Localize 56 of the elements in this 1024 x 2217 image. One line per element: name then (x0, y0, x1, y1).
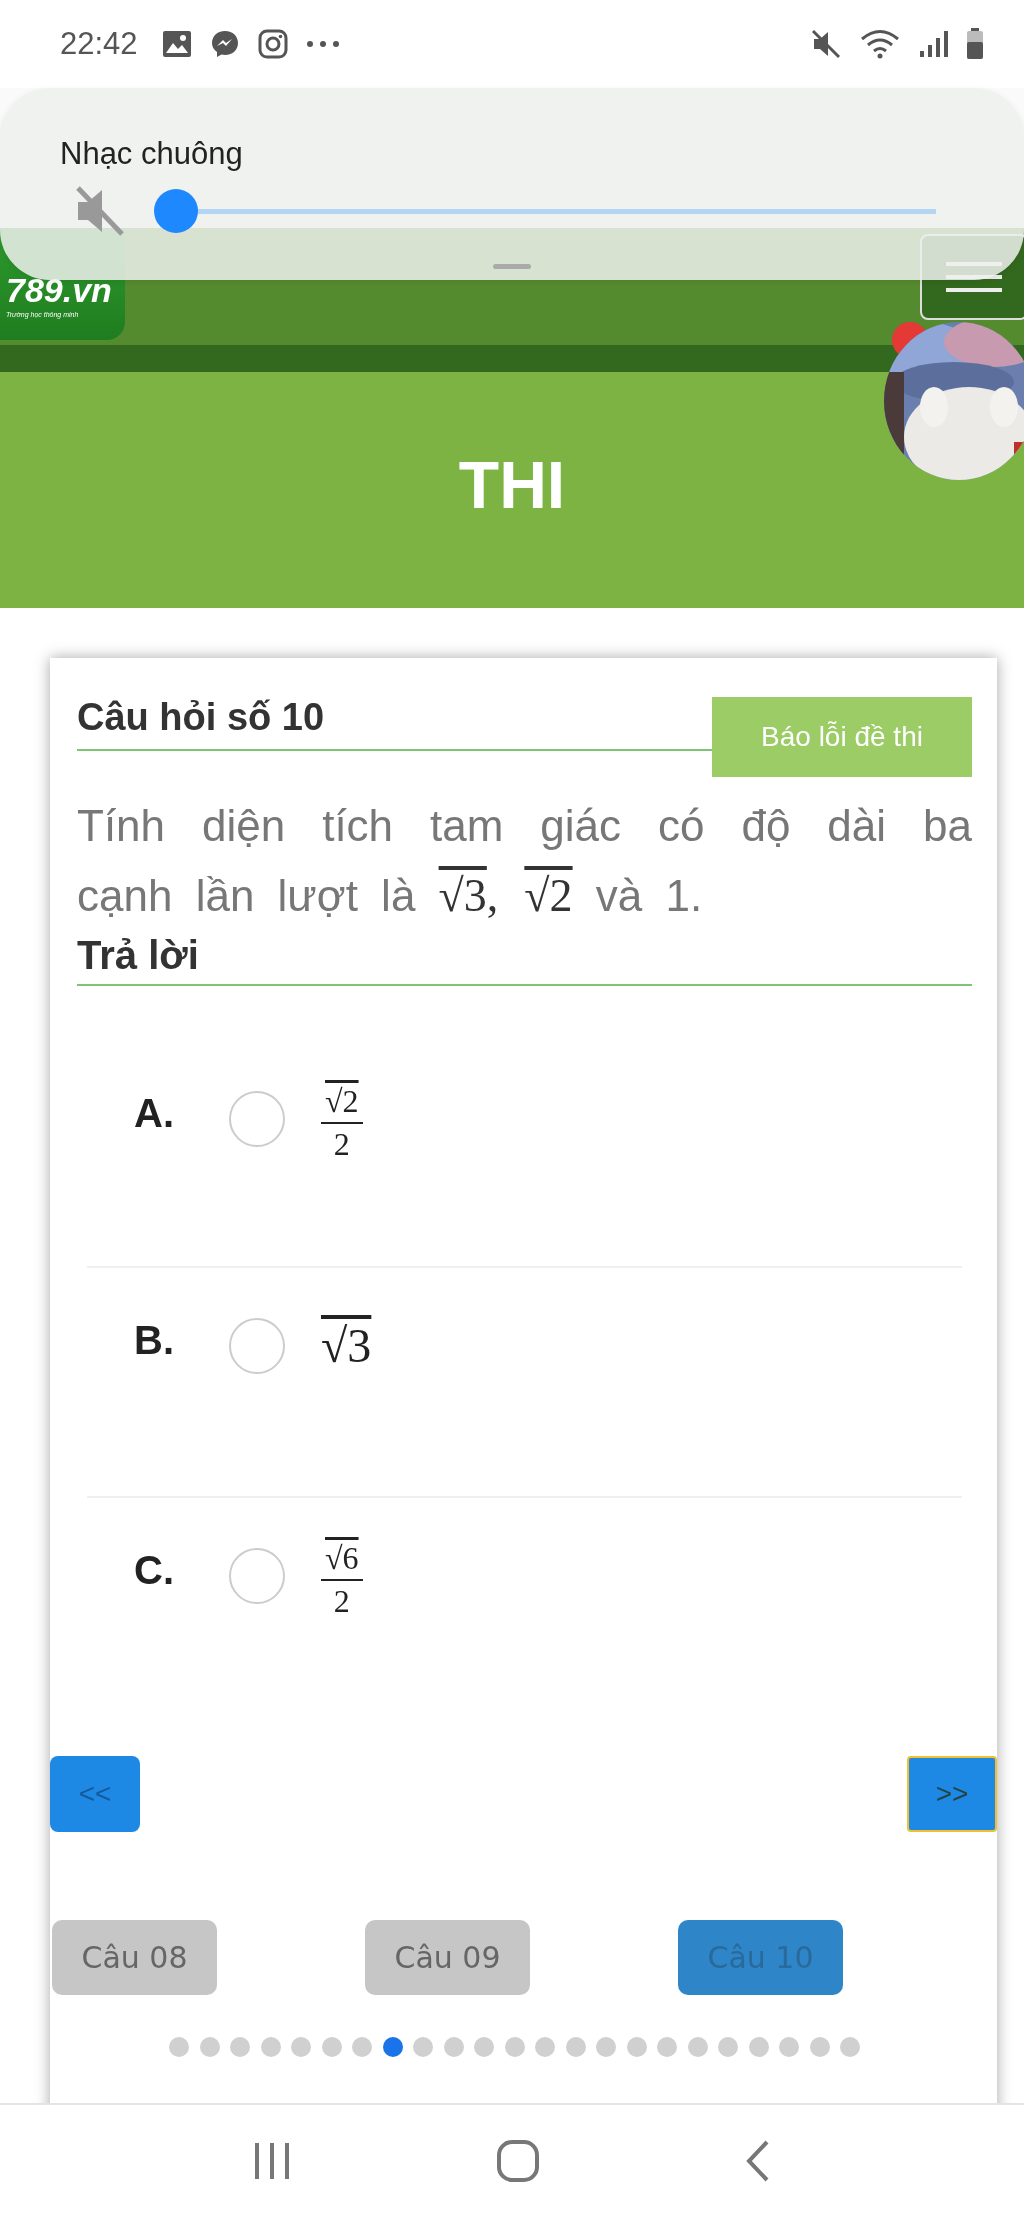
pager-dot[interactable] (626, 2037, 647, 2057)
gallery-icon (161, 30, 192, 58)
pager-dot[interactable] (474, 2037, 494, 2057)
recent-apps-icon[interactable] (252, 2141, 291, 2181)
logo-text: 789.vn (6, 273, 112, 307)
radio-button[interactable] (229, 1548, 285, 1604)
report-error-button[interactable]: Báo lỗi đề thi (712, 697, 972, 777)
fraction-answer: √2 2 (321, 1083, 363, 1163)
pager-dot[interactable] (413, 2037, 433, 2057)
answer-letter: A. (133, 1091, 175, 1136)
volume-label: Nhạc chuông (60, 136, 243, 172)
pager-dot[interactable] (382, 2037, 403, 2057)
page-title: THI (458, 447, 566, 523)
next-button[interactable]: >> (907, 1756, 997, 1832)
pager-dot[interactable] (718, 2037, 738, 2057)
pager-dot[interactable] (230, 2037, 250, 2057)
slider-thumb[interactable] (154, 189, 198, 233)
pager-dot[interactable] (779, 2037, 799, 2057)
pager-dot[interactable] (809, 2037, 830, 2057)
pager-dot[interactable] (565, 2037, 586, 2057)
question-text: Tính diện tích tam giác có độ dài ba cạnh lần lượt là √3, √2 và 1. (77, 800, 972, 923)
home-icon[interactable] (496, 2139, 540, 2183)
pager-dot[interactable] (748, 2037, 769, 2057)
question-button[interactable]: Câu 09 (365, 1920, 530, 1995)
root-answer: √3 (321, 1318, 372, 1373)
question-heading: Câu hỏi số 10 (77, 696, 712, 751)
pager-dot[interactable] (260, 2037, 281, 2057)
pager-dot[interactable] (291, 2037, 311, 2057)
radio-button[interactable] (229, 1318, 285, 1374)
pager-dot[interactable] (321, 2037, 342, 2057)
pager-dot[interactable] (596, 2037, 616, 2057)
pager-dot[interactable] (687, 2037, 708, 2057)
answer-letter: B. (133, 1318, 175, 1363)
answer-letter: C. (133, 1548, 175, 1593)
pager-dot[interactable] (535, 2037, 555, 2057)
drag-handle[interactable] (493, 264, 531, 269)
answer-heading: Trả lời (77, 933, 972, 986)
pager-dot[interactable] (443, 2037, 464, 2057)
wifi-icon (860, 28, 900, 60)
chat-bubble-icon (209, 29, 240, 59)
pager-dot[interactable] (352, 2037, 372, 2057)
mute-icon (810, 28, 842, 60)
question-button[interactable]: Câu 08 (52, 1920, 217, 1995)
pager-dot[interactable] (840, 2037, 860, 2057)
camera-icon (257, 29, 288, 59)
more-icon (305, 40, 340, 48)
pager-dot[interactable] (169, 2037, 189, 2057)
signal-icon (918, 29, 948, 59)
radio-button[interactable] (229, 1091, 285, 1147)
fraction-answer: √6 2 (321, 1540, 363, 1620)
previous-button[interactable]: << (50, 1756, 140, 1832)
pager-dot[interactable] (504, 2037, 525, 2057)
pager-dot[interactable] (199, 2037, 220, 2057)
pager-dot[interactable] (657, 2037, 677, 2057)
clock: 22:42 (60, 26, 138, 62)
battery-icon (966, 28, 984, 60)
